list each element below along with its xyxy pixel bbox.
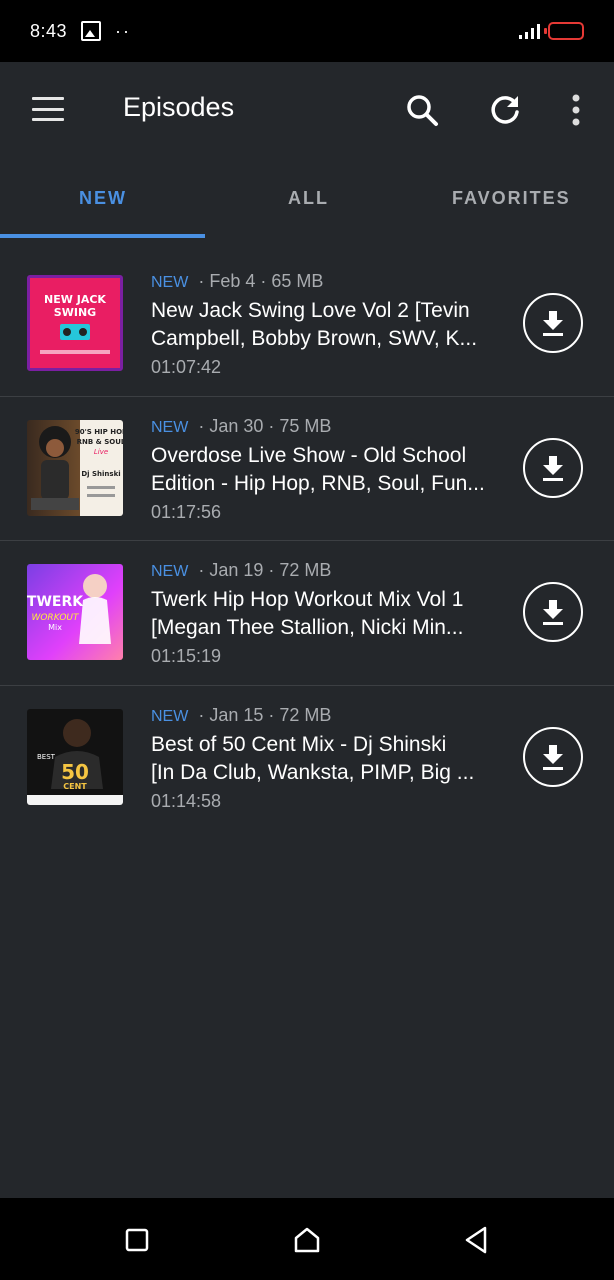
- svg-text:Mix: Mix: [48, 623, 62, 632]
- episode-item[interactable]: NEW JACK SWING NEW · Feb 4 · 65 MB New Ja…: [0, 252, 614, 397]
- tab-indicator: [0, 234, 205, 238]
- download-button[interactable]: [523, 582, 583, 642]
- status-right: [519, 22, 584, 40]
- episode-thumbnail: BEST 50 CENT: [27, 708, 123, 805]
- download-button[interactable]: [523, 726, 583, 787]
- episode-duration: 01:14:58: [151, 790, 222, 811]
- episode-title-line1: Overdose Live Show - Old School: [151, 443, 467, 467]
- episode-thumbnail: TWERK WORKOUT Mix: [27, 564, 123, 660]
- episode-title: Overdose Live Show - Old School Edition …: [151, 442, 501, 498]
- svg-text:WORKOUT: WORKOUT: [31, 613, 80, 623]
- episode-thumbnail: NEW JACK SWING: [27, 275, 123, 371]
- svg-text:TWERK: TWERK: [27, 594, 84, 610]
- home-icon[interactable]: [291, 1224, 323, 1256]
- episode-title-line2: [Megan Thee Stallion, Nicki Min...: [151, 616, 464, 639]
- episode-duration: 01:15:19: [151, 646, 222, 666]
- episode-date-size: · Jan 19 · 72 MB: [198, 560, 332, 580]
- episode-item[interactable]: TWERK WORKOUT Mix NEW · Jan 19 · 72 MB Tw…: [0, 541, 614, 686]
- battery-low-icon: [544, 22, 584, 40]
- search-icon[interactable]: [402, 90, 442, 130]
- new-badge: NEW: [151, 563, 189, 580]
- svg-text:Dj Shinski: Dj Shinski: [81, 470, 120, 478]
- tab-new[interactable]: NEW: [79, 188, 127, 209]
- svg-text:50: 50: [61, 760, 89, 784]
- back-icon[interactable]: [461, 1224, 493, 1256]
- tab-favorites[interactable]: FAVORITES: [452, 188, 571, 209]
- download-button[interactable]: [523, 293, 583, 353]
- tab-all[interactable]: ALL: [288, 188, 329, 209]
- episode-title-line2: [In Da Club, Wanksta, PIMP, Big ...: [151, 760, 475, 784]
- status-bar: 8:43 ··: [0, 0, 614, 62]
- svg-text:NEW JACK: NEW JACK: [44, 293, 106, 306]
- episode-date-size: · Jan 15 · 72 MB: [198, 704, 332, 725]
- episode-thumbnail: 90'S HIP HOP RNB & SOUL Live Dj Shinski: [27, 419, 123, 516]
- toolbar: Episodes: [0, 62, 614, 158]
- download-icon: [543, 311, 563, 336]
- episode-item[interactable]: BEST 50 CENT NEW · Jan 15 · 72 MB Best of…: [0, 686, 614, 831]
- page-title: Episodes: [123, 92, 235, 122]
- tab-bar: NEW ALL FAVORITES: [0, 158, 614, 240]
- refresh-icon[interactable]: [485, 90, 525, 130]
- svg-text:CENT: CENT: [63, 782, 87, 791]
- status-left: 8:43 ··: [30, 21, 131, 42]
- svg-text:Live: Live: [94, 448, 108, 456]
- episode-item[interactable]: 90'S HIP HOP RNB & SOUL Live Dj Shinski …: [0, 397, 614, 541]
- episode-title-line1: Twerk Hip Hop Workout Mix Vol 1: [151, 588, 464, 611]
- new-badge: NEW: [151, 707, 189, 725]
- svg-text:BEST: BEST: [37, 753, 56, 761]
- svg-text:SWING: SWING: [54, 306, 96, 319]
- episode-title: New Jack Swing Love Vol 2 [Tevin Campbel…: [151, 297, 501, 353]
- episode-meta: NEW · Jan 15 · 72 MB: [151, 705, 331, 726]
- download-icon: [543, 455, 563, 481]
- image-icon: [81, 21, 102, 41]
- episode-meta: NEW · Feb 4 · 65 MB: [151, 271, 323, 292]
- download-button[interactable]: [523, 437, 583, 498]
- recents-icon[interactable]: [121, 1224, 153, 1256]
- episode-duration: 01:07:42: [151, 357, 222, 377]
- episode-title-line1: New Jack Swing Love Vol 2 [Tevin: [151, 299, 470, 322]
- svg-text:90'S HIP HOP: 90'S HIP HOP: [75, 428, 123, 436]
- episode-title-line1: Best of 50 Cent Mix - Dj Shinski: [151, 732, 447, 756]
- system-nav-bar: [0, 1198, 614, 1280]
- download-icon: [543, 744, 563, 770]
- signal-icon: [519, 23, 540, 39]
- episode-title-line2: Edition - Hip Hop, RNB, Soul, Fun...: [151, 471, 485, 495]
- episode-date-size: · Jan 30 · 75 MB: [198, 415, 332, 436]
- episode-title-line2: Campbell, Bobby Brown, SWV, K...: [151, 327, 478, 350]
- episode-duration: 01:17:56: [151, 501, 222, 522]
- episode-date-size: · Feb 4 · 65 MB: [198, 271, 324, 291]
- episode-title: Twerk Hip Hop Workout Mix Vol 1 [Megan T…: [151, 586, 501, 642]
- download-icon: [543, 600, 563, 625]
- episode-meta: NEW · Jan 30 · 75 MB: [151, 416, 331, 437]
- new-badge: NEW: [151, 418, 189, 436]
- episode-title: Best of 50 Cent Mix - Dj Shinski [In Da …: [151, 731, 501, 787]
- svg-text:RNB & SOUL: RNB & SOUL: [77, 438, 123, 446]
- episode-meta: NEW · Jan 19 · 72 MB: [151, 560, 331, 581]
- menu-icon[interactable]: [32, 97, 64, 121]
- status-time: 8:43: [30, 20, 68, 41]
- new-badge: NEW: [151, 274, 189, 291]
- more-vert-icon[interactable]: [556, 90, 596, 130]
- dots-icon: ··: [115, 20, 132, 41]
- episode-list: NEW JACK SWING NEW · Feb 4 · 65 MB New Ja…: [0, 252, 614, 830]
